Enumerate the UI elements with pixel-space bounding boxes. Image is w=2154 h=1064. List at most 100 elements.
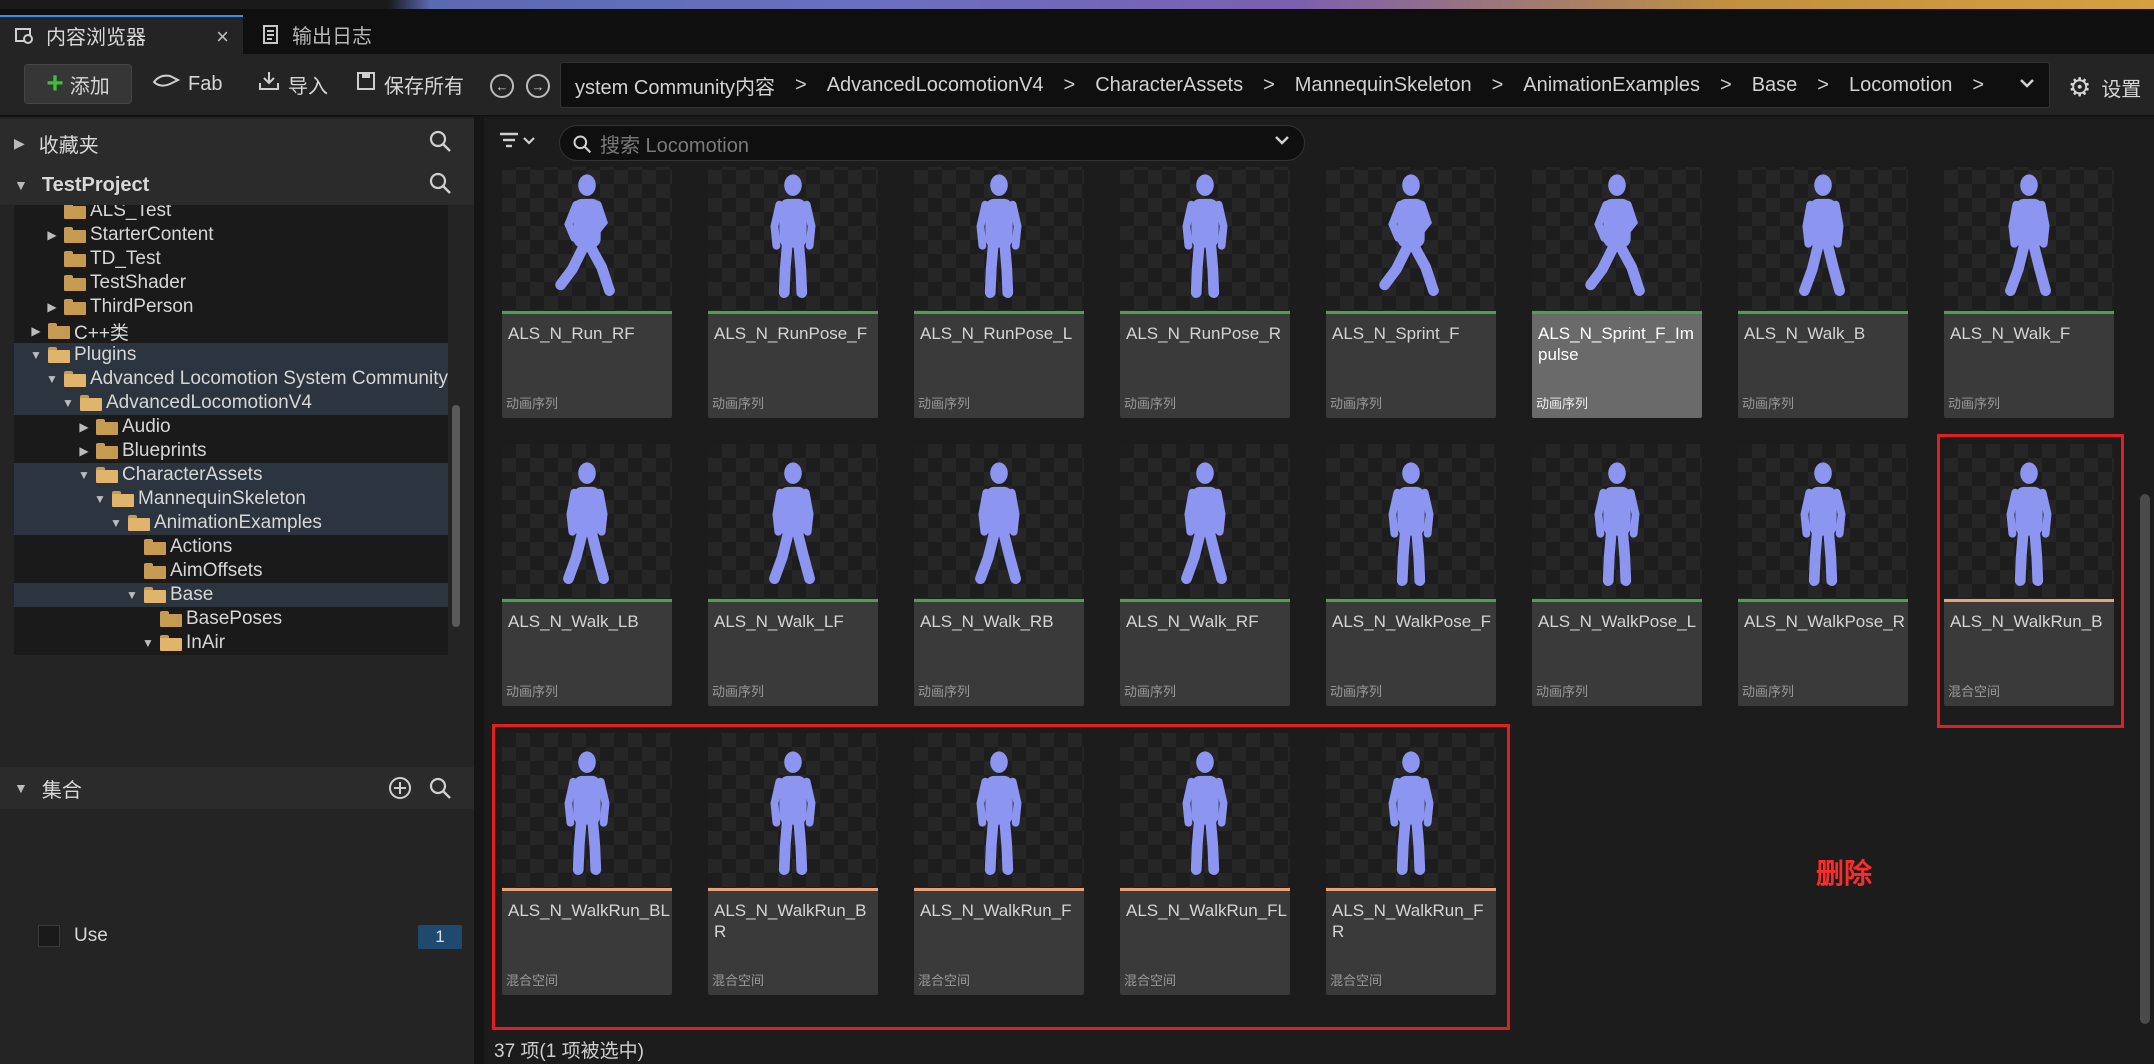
collections-header[interactable]: ▼ 集合 (0, 767, 474, 809)
chevron-right-icon[interactable]: > (1712, 74, 1740, 97)
asset-thumbnail (914, 733, 1084, 888)
breadcrumb-item[interactable]: MannequinSkeleton (1283, 74, 1484, 97)
fab-button[interactable]: Fab (152, 64, 222, 104)
asset-tile[interactable]: ALS_N_Walk_LF 动画序列 (708, 444, 878, 706)
asset-tile[interactable]: ALS_N_WalkPose_L 动画序列 (1532, 444, 1702, 706)
asset-tile[interactable]: ALS_N_WalkRun_FR 混合空间 (1326, 733, 1496, 995)
save-all-button[interactable]: 保存所有 (356, 64, 464, 104)
mannequin-icon (1369, 168, 1453, 300)
breadcrumb-item[interactable]: ystem Community内容 (561, 71, 787, 100)
add-circle-icon[interactable] (388, 776, 412, 806)
triangle-down-icon[interactable]: ▼ (92, 492, 108, 506)
triangle-down-icon[interactable]: ▼ (60, 396, 76, 410)
asset-tile[interactable]: ALS_N_RunPose_L 动画序列 (914, 167, 1084, 418)
breadcrumb-item[interactable]: AnimationExamples (1511, 74, 1712, 97)
tree-scrollbar[interactable] (452, 405, 460, 627)
tree-item[interactable]: ▶ ThirdPerson (14, 295, 448, 319)
triangle-down-icon[interactable]: ▼ (124, 588, 140, 602)
tree-item[interactable]: ▶ Audio (14, 415, 448, 439)
tree-item[interactable]: ▶ C++类 (14, 319, 448, 344)
tree-item[interactable]: Actions (14, 535, 448, 559)
triangle-right-icon[interactable]: ▶ (76, 444, 92, 458)
tree-item[interactable]: BasePoses (14, 607, 448, 631)
asset-tile[interactable]: ALS_N_WalkRun_FL 混合空间 (1120, 733, 1290, 995)
search-icon[interactable] (428, 171, 452, 201)
asset-tile[interactable]: ALS_N_RunPose_R 动画序列 (1120, 167, 1290, 418)
search-input[interactable]: 搜索 Locomotion (559, 125, 1305, 161)
forward-arrow-icon[interactable]: → (526, 74, 550, 98)
triangle-down-icon[interactable]: ▼ (140, 636, 156, 650)
tree-item[interactable]: ▼ AnimationExamples (14, 511, 448, 535)
add-button[interactable]: + 添加 (24, 64, 132, 104)
breadcrumb-item[interactable]: AdvancedLocomotionV4 (815, 74, 1056, 97)
chevron-right-icon[interactable]: > (787, 74, 815, 97)
folder-icon (160, 611, 182, 627)
tree-item[interactable]: ▼ Plugins (14, 343, 448, 367)
triangle-right-icon[interactable]: ▶ (76, 420, 92, 434)
triangle-right-icon[interactable]: ▶ (28, 324, 44, 338)
tree-item[interactable]: ▶ StarterContent (14, 223, 448, 247)
asset-tile[interactable]: ALS_N_WalkRun_B 混合空间 (1944, 444, 2114, 706)
chevron-right-icon[interactable]: > (1809, 74, 1837, 97)
collection-item[interactable]: Use (38, 925, 108, 947)
triangle-right-icon[interactable]: ▶ (44, 228, 60, 242)
asset-tile[interactable]: ALS_N_Run_RF 动画序列 (502, 167, 672, 418)
sources-panel: ▶ 收藏夹 ▼ TestProject ALS_Test ▶ StarterCont… (0, 117, 474, 1064)
breadcrumb-item[interactable]: Locomotion (1837, 74, 1964, 97)
tree-item[interactable]: AimOffsets (14, 559, 448, 583)
chevron-right-icon[interactable]: > (1056, 74, 1084, 97)
tree-item[interactable]: ▼ CharacterAssets (14, 463, 448, 487)
tree-item[interactable]: ▼ Base (14, 583, 448, 607)
triangle-down-icon[interactable]: ▼ (44, 372, 60, 386)
asset-tile[interactable]: ALS_N_Walk_B 动画序列 (1738, 167, 1908, 418)
collection-checkbox[interactable] (38, 925, 60, 947)
asset-scrollbar-thumb[interactable] (2140, 494, 2150, 1024)
close-icon[interactable]: × (216, 24, 229, 50)
triangle-down-icon[interactable]: ▼ (28, 348, 44, 362)
asset-tile[interactable]: ALS_N_Sprint_F 动画序列 (1326, 167, 1496, 418)
asset-tile[interactable]: ALS_N_Sprint_F_Impulse 动画序列 (1532, 167, 1702, 418)
asset-tile[interactable]: ALS_N_WalkRun_F 混合空间 (914, 733, 1084, 995)
chevron-right-icon[interactable]: > (1964, 74, 1992, 97)
chevron-down-icon[interactable] (2019, 73, 2035, 94)
tree-item-label: Audio (122, 416, 171, 437)
breadcrumb-item[interactable]: CharacterAssets (1083, 74, 1255, 97)
tree-item[interactable]: ▼ InAir (14, 631, 448, 655)
project-header[interactable]: ▼ TestProject (0, 165, 474, 205)
tree-item[interactable]: ▼ AdvancedLocomotionV4 (14, 391, 448, 415)
asset-tile[interactable]: ALS_N_WalkRun_BR 混合空间 (708, 733, 878, 995)
search-icon[interactable] (428, 776, 452, 806)
tree-item[interactable]: ALS_Test (14, 205, 448, 223)
settings-button[interactable]: ⚙ 设置 (2068, 72, 2141, 103)
tab-output-log[interactable]: 输出日志 (246, 15, 406, 54)
tree-item[interactable]: TestShader (14, 271, 448, 295)
asset-tile[interactable]: ALS_N_RunPose_F 动画序列 (708, 167, 878, 418)
chevron-right-icon[interactable]: > (1484, 74, 1512, 97)
search-icon[interactable] (428, 129, 452, 159)
tree-item[interactable]: TD_Test (14, 247, 448, 271)
tab-content-browser[interactable]: 内容浏览器 × (0, 15, 243, 54)
triangle-down-icon[interactable]: ▼ (76, 468, 92, 482)
asset-tile[interactable]: ALS_N_Walk_LB 动画序列 (502, 444, 672, 706)
asset-tile[interactable]: ALS_N_Walk_RB 动画序列 (914, 444, 1084, 706)
tree-item[interactable]: ▼ MannequinSkeleton (14, 487, 448, 511)
asset-tile[interactable]: ALS_N_WalkRun_BL 混合空间 (502, 733, 672, 995)
tree-item[interactable]: ▶ Blueprints (14, 439, 448, 463)
back-arrow-icon[interactable]: ← (490, 74, 514, 98)
asset-tile[interactable]: ALS_N_Walk_RF 动画序列 (1120, 444, 1290, 706)
count-badge: 1 (418, 925, 462, 949)
asset-type-label: 动画序列 (1742, 684, 1795, 699)
triangle-right-icon[interactable]: ▶ (44, 300, 60, 314)
chevron-right-icon[interactable]: > (1255, 74, 1283, 97)
search-placeholder: 搜索 Locomotion (600, 134, 749, 157)
asset-tile[interactable]: ALS_N_WalkPose_R 动画序列 (1738, 444, 1908, 706)
asset-tile[interactable]: ALS_N_Walk_F 动画序列 (1944, 167, 2114, 418)
tree-item[interactable]: ▼ Advanced Locomotion System Community (14, 367, 448, 391)
import-button[interactable]: 导入 (258, 64, 328, 104)
filter-icon[interactable] (498, 129, 538, 159)
favorites-header[interactable]: ▶ 收藏夹 (0, 119, 474, 167)
chevron-down-icon[interactable] (1274, 133, 1290, 151)
breadcrumb-item[interactable]: Base (1740, 74, 1810, 97)
triangle-down-icon[interactable]: ▼ (108, 516, 124, 530)
asset-tile[interactable]: ALS_N_WalkPose_F 动画序列 (1326, 444, 1496, 706)
